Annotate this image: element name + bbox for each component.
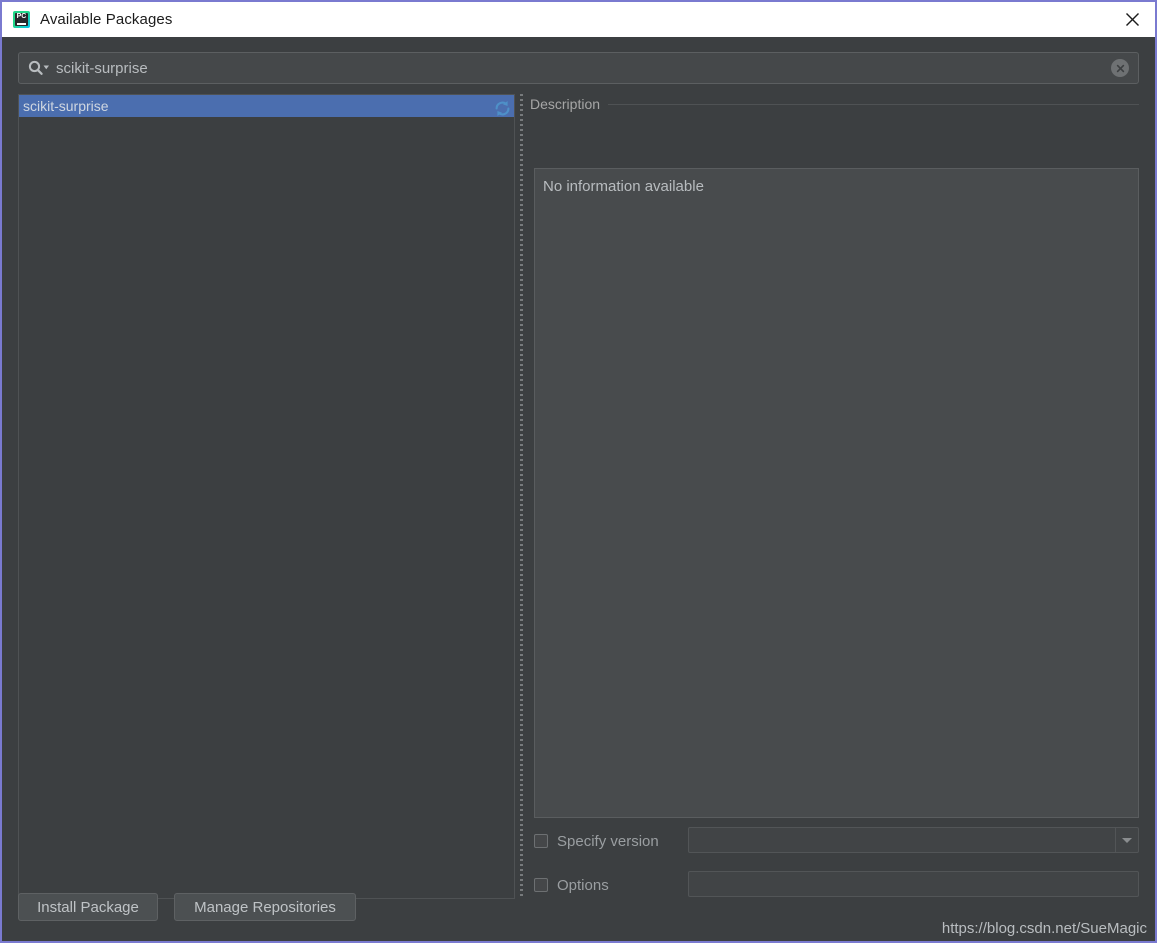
specify-version-row: Specify version [534,827,1139,855]
options-checkbox[interactable] [534,878,548,892]
specify-version-label: Specify version [557,832,659,850]
install-package-button[interactable]: Install Package [18,893,158,921]
window-title: Available Packages [40,11,173,28]
refresh-icon[interactable] [489,95,516,122]
options-label: Options [557,876,609,894]
description-box: No information available [534,168,1139,818]
description-label: Description [530,96,601,112]
list-item[interactable]: scikit-surprise [19,95,514,117]
detail-pane: Description No information available Spe… [530,94,1139,899]
search-icon[interactable] [28,60,50,76]
version-combobox[interactable] [688,827,1139,853]
description-header: Description [530,94,1139,114]
panel-splitter[interactable] [519,94,525,899]
description-rule [608,103,1139,105]
manage-repositories-button[interactable]: Manage Repositories [174,893,356,921]
description-text: No information available [543,178,704,195]
title-bar: PC Available Packages [2,2,1155,37]
available-packages-dialog: PC Available Packages scikit-surprise sc… [0,0,1157,943]
dialog-content: scikit-surprise Description No informati… [2,37,1155,941]
close-icon[interactable] [1109,2,1155,37]
search-input[interactable] [56,58,1111,78]
chevron-down-icon[interactable] [1115,828,1138,852]
search-row [18,52,1139,84]
watermark-text: https://blog.csdn.net/SueMagic [941,920,1147,937]
package-list[interactable]: scikit-surprise [18,94,515,899]
options-input[interactable] [688,871,1139,897]
options-row: Options [534,871,1139,899]
clear-icon[interactable] [1111,59,1129,77]
search-field[interactable] [18,52,1139,84]
pycharm-icon: PC [13,11,30,28]
specify-version-checkbox[interactable] [534,834,548,848]
